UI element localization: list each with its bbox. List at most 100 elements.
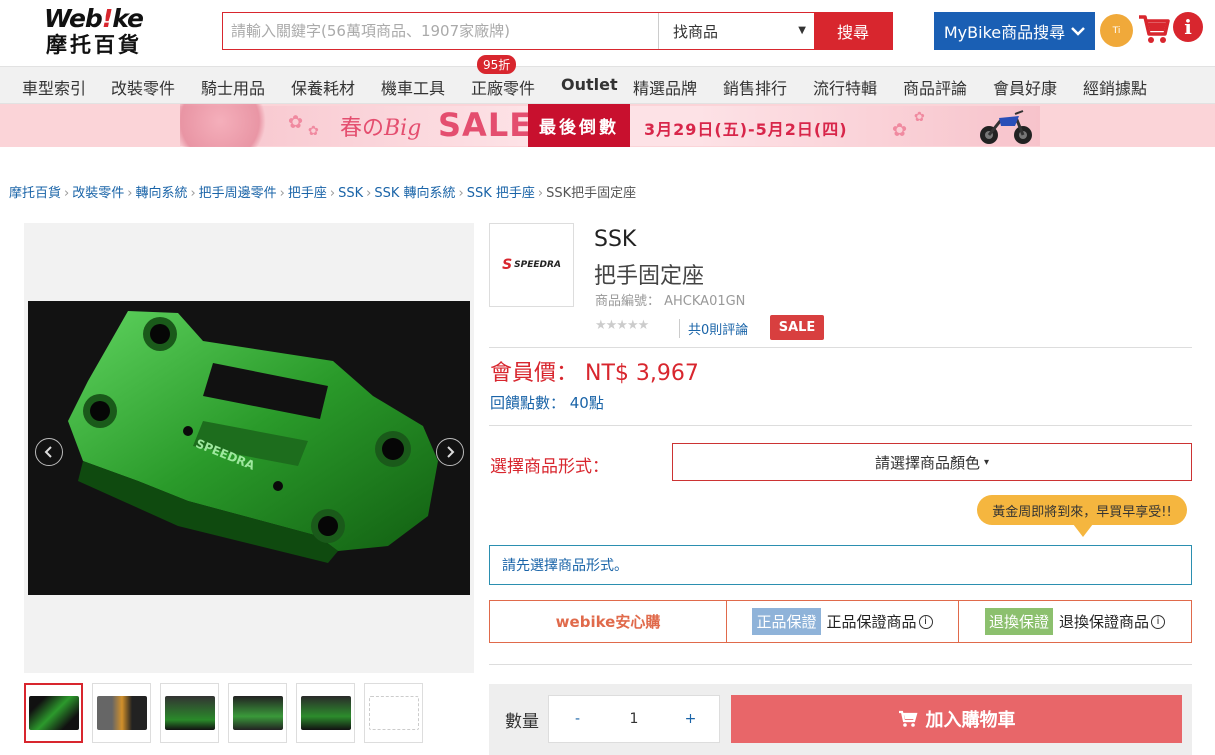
nav-item-parts[interactable]: 改裝零件 [111, 75, 175, 99]
nav-item-oem-parts[interactable]: 正廠零件 [471, 75, 535, 99]
site-logo[interactable]: Web!ke 摩托百貨 [44, 5, 156, 61]
quantity-decrease-button[interactable]: - [549, 711, 606, 727]
return-text: 退換保證商品 [1059, 613, 1150, 631]
banner-title: 春のBig [340, 110, 421, 142]
return-tag: 退換保證 [984, 608, 1053, 635]
breadcrumb-link[interactable]: 轉向系統 [135, 186, 187, 201]
thumbnail-strip [24, 683, 423, 743]
guarantee-title: webike安心購 [555, 613, 661, 631]
breadcrumb-separator: › [64, 186, 70, 201]
search-button[interactable]: 搜尋 [814, 13, 892, 49]
nav-item-member-deals[interactable]: 會員好康 [993, 75, 1057, 99]
add-to-cart-button[interactable]: 加入購物車 [731, 695, 1182, 743]
brand-name[interactable]: SSK [594, 227, 636, 252]
promo-tooltip: 黃金周即將到來，早買早享受!! [977, 495, 1187, 525]
handlebar-clamp-image: SPEEDRA [68, 311, 438, 563]
header: Web!ke 摩托百貨 找商品 ▼ 搜尋 MyBike商品搜尋 Ti i [0, 0, 1215, 66]
member-price: 會員價： NT$ 3,967 [490, 361, 699, 386]
gallery-prev-button[interactable] [35, 438, 63, 466]
quantity-stepper: - 1 + [548, 695, 720, 743]
breadcrumb-separator: › [190, 186, 196, 201]
nav-item-features[interactable]: 流行特輯 [813, 75, 877, 99]
breadcrumb-link[interactable]: SSK 把手座 [467, 186, 535, 201]
color-select-value: 請選擇商品顏色 [874, 453, 980, 472]
info-icon[interactable]: i [1173, 12, 1203, 42]
gallery-next-button[interactable] [436, 438, 464, 466]
thumbnail-image [300, 696, 351, 730]
chevron-right-icon [447, 446, 455, 458]
authentic-text: 正品保證商品 [826, 613, 917, 631]
speedra-mark-icon: S [502, 257, 513, 273]
breadcrumb-separator: › [458, 186, 464, 201]
promo-tooltip-tail [1073, 524, 1093, 537]
product-code: 商品編號： AHCKA01GN [595, 294, 746, 309]
nav-item-reviews[interactable]: 商品評論 [903, 75, 967, 99]
mybike-search-button[interactable]: MyBike商品搜尋 [934, 12, 1095, 50]
nav-item-vehicle-index[interactable]: 車型索引 [22, 75, 86, 99]
thumbnail[interactable] [364, 683, 423, 743]
avatar[interactable]: Ti [1100, 14, 1133, 47]
add-to-cart-label: 加入購物車 [925, 710, 1016, 731]
speedra-logo: S SPEEDRA [502, 257, 561, 273]
breadcrumb-link[interactable]: 把手周邊零件 [199, 186, 277, 201]
sale-badge: SALE [770, 315, 824, 340]
breadcrumb-link[interactable]: 改裝零件 [72, 186, 124, 201]
thumbnail[interactable] [92, 683, 151, 743]
thumbnail[interactable] [228, 683, 287, 743]
nav-item-rider-gear[interactable]: 騎士用品 [201, 75, 265, 99]
review-link[interactable]: 共0則評論 [679, 319, 748, 338]
caret-down-icon: ▾ [983, 456, 990, 468]
breadcrumb-link[interactable]: SSK 轉向系統 [374, 186, 455, 201]
nav-item-ranking[interactable]: 銷售排行 [723, 75, 787, 99]
logo-bang: ! [101, 4, 113, 33]
brand-logo[interactable]: S SPEEDRA [489, 223, 574, 307]
motorcycle-image [980, 110, 1032, 144]
quantity-input[interactable]: 1 [606, 711, 662, 727]
return-guarantee[interactable]: 退換保證 退換保證商品 i [958, 601, 1191, 642]
selection-notice: 請先選擇商品形式。 [489, 545, 1192, 585]
breadcrumb-separator: › [127, 186, 133, 201]
breadcrumb-link[interactable]: 摩托百貨 [9, 186, 61, 201]
product-main-image[interactable]: SPEEDRA [28, 301, 470, 595]
search-input[interactable] [223, 13, 658, 49]
breadcrumb-current: SSK把手固定座 [546, 186, 637, 201]
search-scope-label: 找商品 [673, 22, 719, 41]
cherry-tree-image [180, 104, 280, 147]
nav-item-dealers[interactable]: 經銷據點 [1083, 75, 1147, 99]
banner-title-pre: 春の [340, 116, 385, 141]
cart-icon [898, 710, 917, 727]
blossom-icon: ✿ [308, 124, 319, 139]
blossom-icon: ✿ [288, 112, 304, 133]
thumbnail[interactable] [24, 683, 83, 743]
quantity-label: 數量 [505, 712, 539, 732]
authentic-guarantee[interactable]: 正品保證 正品保證商品 i [726, 601, 958, 642]
discount-badge: 95折 [477, 55, 517, 74]
breadcrumb-link[interactable]: SSK [338, 186, 363, 201]
search-bar: 找商品 ▼ 搜尋 [222, 12, 893, 50]
breadcrumb-link[interactable]: 把手座 [288, 186, 327, 201]
breadcrumb-separator: › [279, 186, 285, 201]
info-icon[interactable]: i [918, 614, 933, 629]
blossom-icon: ✿ [914, 110, 925, 125]
nav-item-outlet[interactable]: Outlet [561, 75, 618, 94]
info-icon[interactable]: i [1151, 614, 1166, 629]
color-select[interactable]: 請選擇商品顏色 ▾ [672, 443, 1192, 481]
thumbnail[interactable] [160, 683, 219, 743]
nav-item-tools[interactable]: 機車工具 [381, 75, 445, 99]
thumbnail[interactable] [296, 683, 355, 743]
search-scope-select[interactable]: 找商品 ▼ [658, 13, 814, 49]
thumbnail-image [96, 696, 147, 730]
banner-sale-text: SALE [438, 106, 533, 144]
main-nav: 車型索引 改裝零件 騎士用品 保養耗材 機車工具 正廠零件 95折 Outlet… [0, 55, 1215, 104]
divider [489, 347, 1192, 348]
thumbnail-image [232, 696, 283, 730]
divider [489, 664, 1192, 665]
cart-icon[interactable] [1137, 12, 1170, 46]
divider [489, 425, 1192, 426]
quantity-increase-button[interactable]: + [662, 711, 719, 727]
nav-item-brands[interactable]: 精選品牌 [633, 75, 697, 99]
nav-item-maintenance[interactable]: 保養耗材 [291, 75, 355, 99]
logo-subtitle: 摩托百貨 [46, 33, 142, 57]
thumbnail-image [28, 696, 79, 730]
reward-points: 回饋點數： 40點 [490, 394, 604, 412]
